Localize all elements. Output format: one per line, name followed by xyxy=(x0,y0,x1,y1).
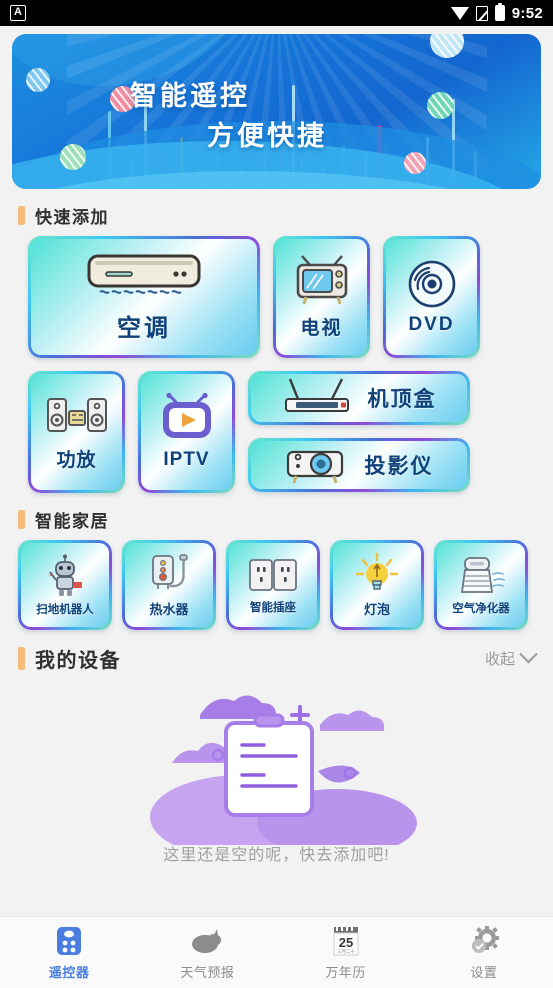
promo-banner[interactable]: 智能遥控 方便快捷 xyxy=(12,34,541,189)
nav-item-label: 遥控器 xyxy=(48,965,90,980)
banner-circle-blue xyxy=(26,68,50,92)
device-card-smart-socket[interactable]: 智能插座 xyxy=(226,540,320,630)
quick-add-row-2: 功放 IPTV 机顶盒 投影仪 xyxy=(28,371,525,493)
device-card-label: 空调 xyxy=(117,314,171,342)
device-card-label: 灯泡 xyxy=(363,602,390,617)
nav-item-weather[interactable]: 天气预报 xyxy=(138,924,276,981)
remote-control-icon xyxy=(52,924,86,958)
air-conditioner-icon xyxy=(87,254,201,294)
smart-home-grid: 扫地机器人 热水器 智能插座 灯泡 空气净化器 xyxy=(0,540,553,630)
water-heater-icon xyxy=(152,554,188,589)
status-bar-right: 9:52 xyxy=(450,2,543,22)
calendar-day: 25 xyxy=(338,935,352,950)
app-badge-a-icon: A xyxy=(10,5,26,21)
device-card-light-bulb[interactable]: 灯泡 xyxy=(330,540,424,630)
device-card-label: 扫地机器人 xyxy=(36,603,94,616)
device-card-water-heater[interactable]: 热水器 xyxy=(122,540,216,630)
empty-state: 这里还是空的呢，快去添加吧! xyxy=(0,681,553,876)
device-card-label: DVD xyxy=(408,314,455,335)
device-card-label: 机顶盒 xyxy=(367,388,437,411)
chevron-down-icon xyxy=(519,645,538,664)
device-card-label: 热水器 xyxy=(149,602,189,617)
device-card-projector[interactable]: 投影仪 xyxy=(248,438,470,492)
device-card-dvd[interactable]: DVD xyxy=(383,236,480,358)
iptv-play-icon xyxy=(162,393,211,438)
section-title: 我的设备 xyxy=(35,650,121,672)
status-bar: A 9:52 xyxy=(0,0,553,26)
banner-circle-top xyxy=(430,34,464,58)
banner-circle-green xyxy=(427,92,454,119)
set-top-box-icon xyxy=(284,378,349,412)
section-header-quick-add: 快速添加 xyxy=(18,203,553,228)
nav-item-remote[interactable]: 遥控器 xyxy=(0,924,138,981)
amplifier-icon xyxy=(46,397,107,432)
section-accent-bar xyxy=(18,206,25,225)
device-card-label: 空气净化器 xyxy=(452,602,510,615)
gear-icon xyxy=(467,924,501,958)
wifi-icon xyxy=(450,6,469,20)
section-title: 快速添加 xyxy=(35,208,109,227)
calendar-icon: 25 三月二十 xyxy=(329,924,363,958)
section-title: 智能家居 xyxy=(35,512,109,531)
cloud-weather-icon xyxy=(190,924,224,958)
section-accent-bar xyxy=(18,510,25,529)
air-purifier-icon xyxy=(460,556,505,593)
bottom-nav: 遥控器 天气预报 25 三月二十 万年历 设置 xyxy=(0,916,553,988)
empty-state-text: 这里还是空的呢，快去添加吧! xyxy=(163,847,390,864)
banner-circle-mint xyxy=(60,144,86,170)
device-card-label: 智能插座 xyxy=(250,601,296,614)
nav-item-settings[interactable]: 设置 xyxy=(415,924,553,981)
nav-item-calendar[interactable]: 25 三月二十 万年历 xyxy=(277,924,415,981)
device-card-television[interactable]: 电视 xyxy=(273,236,370,358)
banner-title-line1: 智能遥控 xyxy=(130,81,250,111)
quick-add-row-1: 空调 电视 DVD xyxy=(28,236,525,358)
banner-title-line2: 方便快捷 xyxy=(207,121,327,151)
signal-off-icon xyxy=(475,5,488,21)
device-card-label: 投影仪 xyxy=(364,455,434,478)
dvd-disc-icon xyxy=(408,260,455,308)
collapse-toggle[interactable]: 收起 xyxy=(484,645,538,669)
quick-add-grid: 空调 电视 DVD 功放 IPTV 机顶盒 投影仪 xyxy=(0,236,553,493)
device-card-label: 功放 xyxy=(56,449,97,471)
collapse-label: 收起 xyxy=(484,651,515,668)
device-card-label: 电视 xyxy=(300,317,343,339)
section-accent-bar xyxy=(18,647,25,670)
robot-vacuum-icon xyxy=(47,554,82,596)
banner-circle-rose xyxy=(404,152,426,174)
nav-item-label: 天气预报 xyxy=(180,965,235,980)
device-card-set-top-box[interactable]: 机顶盒 xyxy=(248,371,470,425)
status-time: 9:52 xyxy=(511,4,543,22)
section-header-my-devices: 我的设备 收起 xyxy=(18,644,553,673)
device-card-iptv[interactable]: IPTV xyxy=(138,371,235,493)
device-card-air-purifier[interactable]: 空气净化器 xyxy=(434,540,528,630)
battery-icon xyxy=(494,2,505,21)
light-bulb-icon xyxy=(355,552,399,590)
nav-item-label: 万年历 xyxy=(325,965,366,980)
device-card-label: IPTV xyxy=(163,449,210,470)
calendar-sub: 三月二十 xyxy=(337,948,355,955)
projector-icon xyxy=(286,450,343,484)
nav-item-label: 设置 xyxy=(470,965,498,980)
television-icon xyxy=(296,254,347,304)
device-card-air-conditioner[interactable]: 空调 xyxy=(28,236,260,358)
device-card-amplifier[interactable]: 功放 xyxy=(28,371,125,493)
device-card-robot-vacuum[interactable]: 扫地机器人 xyxy=(18,540,112,630)
empty-clipboard-illustration xyxy=(149,695,417,845)
section-header-smart-home: 智能家居 xyxy=(18,507,553,532)
smart-socket-icon xyxy=(249,558,297,591)
